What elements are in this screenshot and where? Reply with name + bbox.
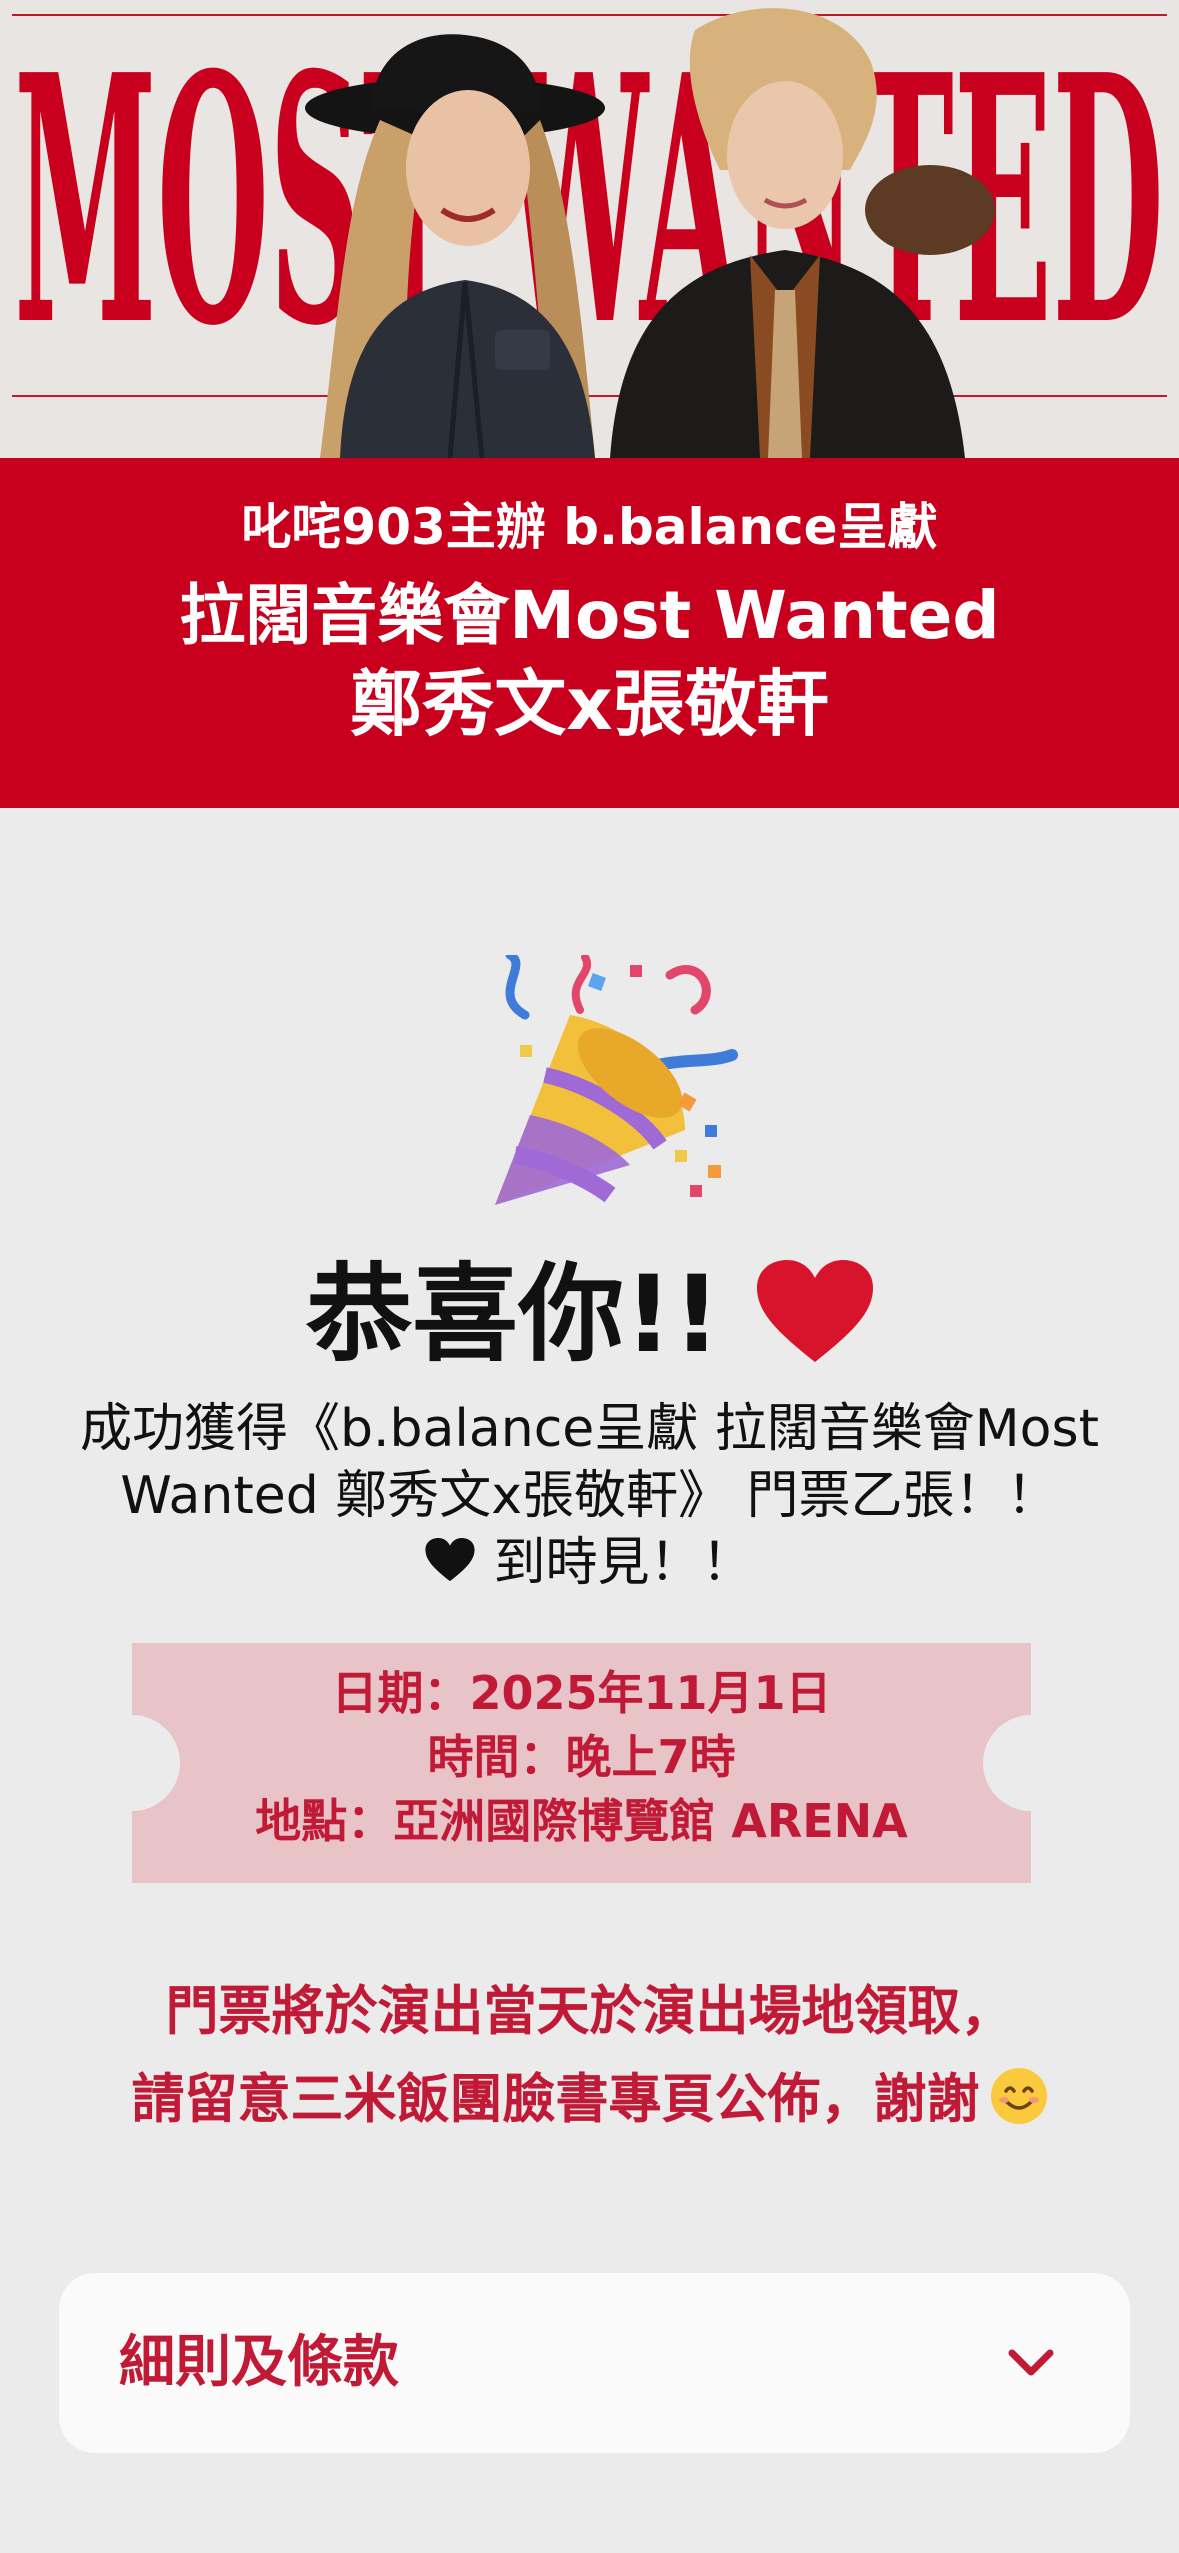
artist-photo bbox=[305, 8, 995, 458]
heart-icon bbox=[425, 1538, 476, 1582]
ticket-details: 日期：2025年11月1日 時間：晚上7時 地點：亞洲國際博覽館 ARENA bbox=[132, 1661, 1031, 1853]
ticket-venue: 地點：亞洲國際博覽館 ARENA bbox=[255, 1794, 908, 1848]
terms-accordion[interactable]: 細則及條款 bbox=[59, 2273, 1130, 2453]
see-you-line: 到時見！！ bbox=[0, 1530, 1179, 1597]
congrats-headline: 恭喜你!! bbox=[0, 1255, 1179, 1375]
ticket-info-card: 日期：2025年11月1日 時間：晚上7時 地點：亞洲國際博覽館 ARENA bbox=[84, 1643, 1079, 1883]
ticket-time: 時間：晚上7時 bbox=[427, 1730, 736, 1784]
terms-label: 細則及條款 bbox=[119, 2330, 399, 2395]
pickup-notice-line1: 門票將於演出當天於演出場地領取， bbox=[165, 1981, 1014, 2042]
pickup-notice: 門票將於演出當天於演出場地領取， 請留意三米飯團臉書專頁公佈，謝謝 bbox=[0, 1968, 1179, 2144]
pickup-notice-line2-row: 請留意三米飯團臉書專頁公佈，謝謝 bbox=[0, 2056, 1179, 2144]
success-message: 成功獲得《b.balance呈獻 拉闊音樂會Most Wanted 鄭秀文x張敬… bbox=[80, 1399, 1099, 1526]
hero-banner: MOST WANTED bbox=[0, 0, 1179, 458]
pickup-notice-line2: 請留意三米飯團臉書專頁公佈，謝謝 bbox=[131, 2069, 980, 2130]
smiling-face-icon bbox=[990, 2068, 1047, 2125]
congrats-headline-text: 恭喜你!! bbox=[306, 1253, 721, 1376]
heart-icon bbox=[756, 1260, 873, 1363]
party-popper-icon bbox=[495, 955, 738, 1205]
event-presenter: 叱咤903主辦 b.balance呈獻 bbox=[241, 498, 938, 556]
event-title: 拉闊音樂會Most Wanted bbox=[179, 577, 1000, 654]
event-title-band: 叱咤903主辦 b.balance呈獻 拉闊音樂會Most Wanted 鄭秀文… bbox=[0, 458, 1179, 808]
ticket-date: 日期：2025年11月1日 bbox=[331, 1666, 832, 1720]
see-you-text: 到時見！！ bbox=[493, 1533, 754, 1593]
chevron-down-icon[interactable] bbox=[1006, 2341, 1056, 2385]
event-artists: 鄭秀文x張敬軒 bbox=[350, 662, 829, 746]
